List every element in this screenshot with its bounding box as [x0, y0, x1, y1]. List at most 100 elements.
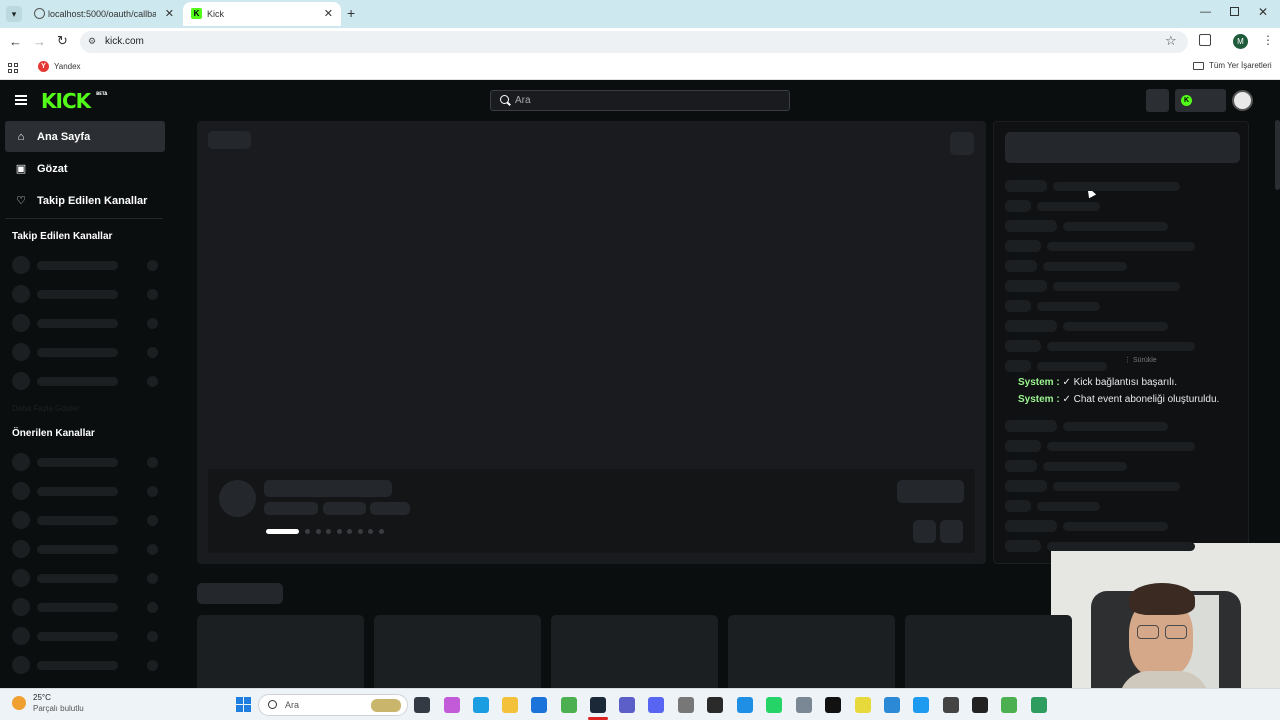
skeleton-block	[264, 480, 392, 497]
sidebar-item-browse[interactable]: ▣ Gözat	[5, 153, 165, 184]
sidebar-item-following[interactable]: ♡ Takip Edilen Kanallar	[5, 185, 165, 216]
person-hair-shape	[1129, 583, 1195, 615]
carousel-next-button[interactable]	[940, 520, 963, 543]
teams-icon[interactable]	[619, 697, 635, 713]
kick-app: KICK BETA Ara K ⌂ Ana Sayfa ▣ Gözat ♡ Ta…	[0, 80, 1280, 688]
show-more-link[interactable]: Daha Fazla Göster	[12, 404, 79, 413]
kick-logo[interactable]: KICK BETA	[41, 89, 107, 113]
menu-kebab-icon[interactable]: ⋮	[1262, 33, 1274, 47]
taskbar-search-input[interactable]: Ara	[258, 694, 408, 716]
extensions-icon[interactable]	[1199, 34, 1211, 46]
stream-card-skeleton	[728, 615, 895, 688]
stream-card-skeleton	[197, 615, 364, 688]
obs-icon[interactable]	[707, 697, 723, 713]
back-icon[interactable]: ←	[9, 34, 22, 49]
channel-avatar-skeleton	[12, 627, 30, 645]
forward-icon[interactable]: →	[33, 34, 46, 49]
site-info-icon[interactable]: ⚙	[88, 36, 96, 47]
chrome-icon[interactable]	[561, 697, 577, 713]
chat-text: ✓ Chat event aboneliği oluşturuldu.	[1062, 394, 1220, 405]
carousel-dot	[378, 529, 384, 534]
bookmark-yandex[interactable]: Y Yandex	[38, 61, 81, 72]
address-bar[interactable]: ⚙ kick.com	[80, 31, 1188, 53]
carousel-prev-button[interactable]	[913, 520, 936, 543]
tab-search-button[interactable]: ▾	[6, 6, 22, 22]
chrome-profile-icon[interactable]	[1001, 697, 1017, 713]
tab-localhost[interactable]: localhost:5000/oauth/callback?... ✕	[26, 2, 182, 26]
globe-icon	[34, 8, 45, 19]
url-text[interactable]: kick.com	[105, 36, 144, 47]
user-avatar[interactable]	[1232, 90, 1253, 111]
terminal-icon[interactable]	[972, 697, 988, 713]
drag-label: ⋮ Sürükle	[1124, 357, 1157, 364]
channel-status-skeleton	[147, 544, 158, 555]
settings-icon[interactable]	[796, 697, 812, 713]
restore-icon[interactable]	[1230, 7, 1239, 16]
kick-favicon-icon: K	[191, 8, 202, 19]
app-icon[interactable]	[913, 697, 929, 713]
whatsapp-icon[interactable]	[766, 697, 782, 713]
chat-text-skeleton	[1043, 262, 1127, 271]
sticky-icon[interactable]	[855, 697, 871, 713]
channel-avatar-skeleton	[12, 482, 30, 500]
reload-icon[interactable]: ↻	[57, 33, 68, 49]
close-tab-icon[interactable]: ✕	[165, 7, 174, 20]
channel-name-skeleton	[37, 290, 118, 299]
all-bookmarks-button[interactable]: Tüm Yer İşaretleri	[1193, 61, 1272, 70]
store-icon[interactable]	[531, 697, 547, 713]
new-tab-icon[interactable]: +	[347, 5, 355, 21]
weather-icon	[12, 696, 26, 710]
chat-user-skeleton	[1005, 420, 1057, 432]
profile-avatar[interactable]: M	[1233, 34, 1248, 49]
chat-text-skeleton	[1063, 322, 1168, 331]
apps-grid-icon[interactable]	[8, 63, 18, 73]
channel-avatar-skeleton	[12, 540, 30, 558]
channel-avatar-skeleton	[12, 569, 30, 587]
close-tab-icon[interactable]: ✕	[324, 7, 333, 20]
kick-points-button[interactable]: K	[1175, 89, 1226, 112]
steam-icon[interactable]	[590, 697, 606, 713]
tab-kick[interactable]: K Kick ✕	[183, 2, 341, 26]
chat-sender: System :	[1018, 377, 1060, 388]
channel-status-skeleton	[147, 376, 158, 387]
stream-info-panel	[208, 469, 975, 553]
channel-status-skeleton	[147, 515, 158, 526]
chrome-alt-icon[interactable]	[1031, 697, 1047, 713]
chat-text-skeleton	[1063, 222, 1168, 231]
edge-icon[interactable]	[473, 697, 489, 713]
weather-widget[interactable]	[12, 694, 32, 714]
explorer-icon[interactable]	[502, 697, 518, 713]
hamburger-menu-icon[interactable]	[15, 95, 27, 105]
tool-icon[interactable]	[943, 697, 959, 713]
chat-message: System : ✓ Chat event aboneliği oluşturu…	[1018, 394, 1219, 405]
channel-name-skeleton	[37, 458, 118, 467]
windows-start-icon[interactable]	[236, 697, 251, 712]
screen-icon[interactable]	[884, 697, 900, 713]
copilot-icon[interactable]	[444, 697, 460, 713]
browser-tab-bar: ▾ localhost:5000/oauth/callback?... ✕ K …	[0, 0, 1280, 28]
featured-stream-player[interactable]	[197, 121, 986, 564]
notion-icon[interactable]	[825, 697, 841, 713]
channel-avatar-skeleton	[12, 511, 30, 529]
search-icon	[268, 700, 277, 709]
channel-name-skeleton	[37, 487, 118, 496]
channel-status-skeleton	[147, 660, 158, 671]
close-window-icon[interactable]: ✕	[1258, 5, 1268, 19]
folder-icon	[1193, 61, 1204, 70]
chat-text-skeleton	[1043, 462, 1127, 471]
vscode-icon[interactable]	[737, 697, 753, 713]
notifications-button[interactable]	[1146, 89, 1169, 112]
chat-sender: System :	[1018, 394, 1060, 405]
minimize-icon[interactable]: —	[1200, 6, 1211, 18]
files-app-icon[interactable]	[414, 697, 430, 713]
channel-name-skeleton	[37, 348, 118, 357]
bookmark-label: Yandex	[54, 62, 81, 71]
chat-user-skeleton	[1005, 500, 1031, 512]
kick-search-input[interactable]: Ara	[490, 90, 790, 111]
discord-icon[interactable]	[648, 697, 664, 713]
sidebar-item-home[interactable]: ⌂ Ana Sayfa	[5, 121, 165, 152]
bookmark-star-icon[interactable]: ☆	[1165, 33, 1177, 49]
yandex-icon: Y	[38, 61, 49, 72]
page-scrollbar[interactable]	[1275, 120, 1280, 190]
game-icon[interactable]	[678, 697, 694, 713]
